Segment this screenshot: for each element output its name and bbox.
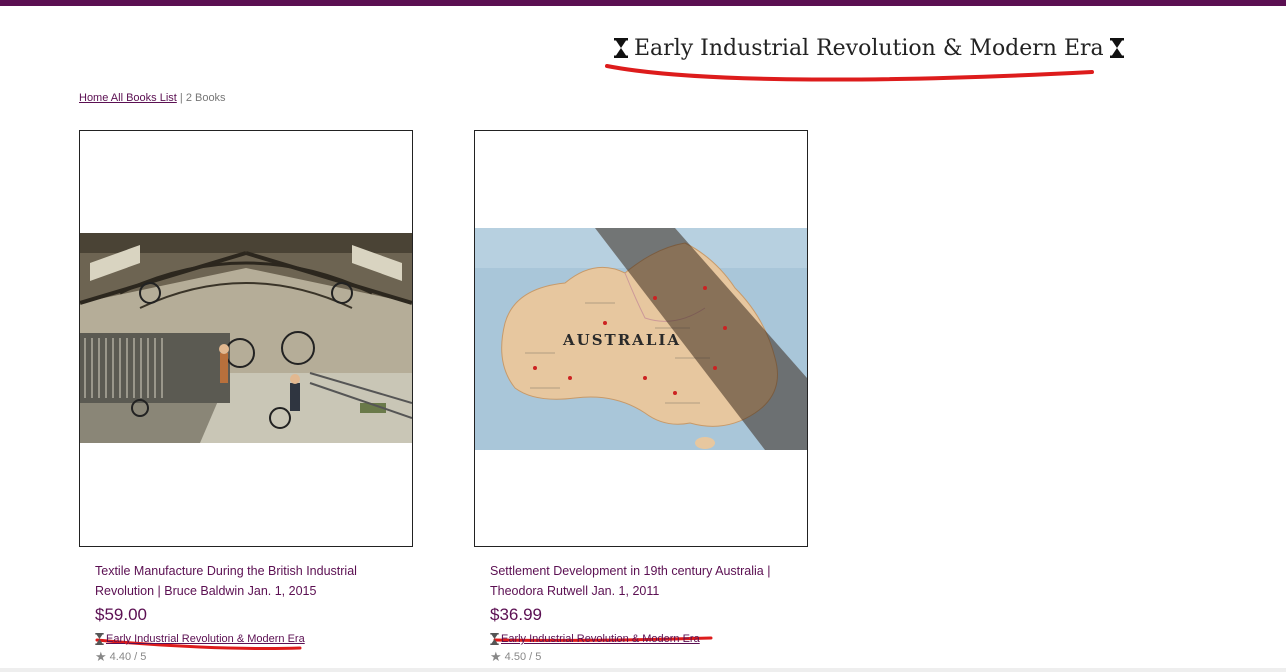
- top-accent-bar: [0, 0, 1286, 6]
- category-link[interactable]: Early Industrial Revolution & Modern Era: [501, 633, 700, 645]
- book-price: $36.99: [490, 605, 542, 624]
- book-title-link[interactable]: Textile Manufacture During the British I…: [95, 561, 385, 601]
- hourglass-icon: [614, 38, 628, 58]
- book-title-link[interactable]: Settlement Development in 19th century A…: [490, 561, 780, 601]
- australia-map-image: AUSTRALIA: [475, 228, 807, 450]
- hourglass-icon: [1109, 38, 1124, 58]
- breadcrumb-home-link[interactable]: Home All Books List: [79, 92, 177, 104]
- book-rating: ★ 4.40 / 5: [95, 649, 413, 665]
- book-card: AUSTRALIA Settlement Development in 19th…: [474, 130, 808, 665]
- map-label: AUSTRALIA: [562, 331, 681, 349]
- book-category: Early Industrial Revolution & Modern Era: [95, 633, 413, 645]
- rating-value: 4.50 / 5: [504, 651, 542, 663]
- book-count: 2 Books: [185, 92, 226, 104]
- star-icon: ★: [490, 649, 502, 664]
- category-link[interactable]: Early Industrial Revolution & Modern Era: [106, 633, 305, 645]
- textile-mill-image: [80, 233, 412, 443]
- book-cover[interactable]: AUSTRALIA: [474, 130, 808, 547]
- book-cover[interactable]: [79, 130, 413, 547]
- book-category: Early Industrial Revolution & Modern Era: [490, 633, 808, 645]
- breadcrumb-separator: |: [179, 92, 183, 104]
- book-card: Textile Manufacture During the British I…: [79, 130, 413, 665]
- page-footer-bar: [0, 668, 1286, 672]
- hourglass-icon: [490, 633, 499, 645]
- book-price: $59.00: [95, 605, 147, 624]
- book-rating: ★ 4.50 / 5: [490, 649, 808, 665]
- hourglass-icon: [95, 633, 104, 645]
- star-icon: ★: [95, 649, 107, 664]
- rating-value: 4.40 / 5: [109, 651, 147, 663]
- page-title-text: Early Industrial Revolution & Modern Era: [634, 35, 1104, 61]
- breadcrumb: Home All Books List | 2 Books: [79, 92, 226, 104]
- page-title: Early Industrial Revolution & Modern Era: [614, 30, 1124, 66]
